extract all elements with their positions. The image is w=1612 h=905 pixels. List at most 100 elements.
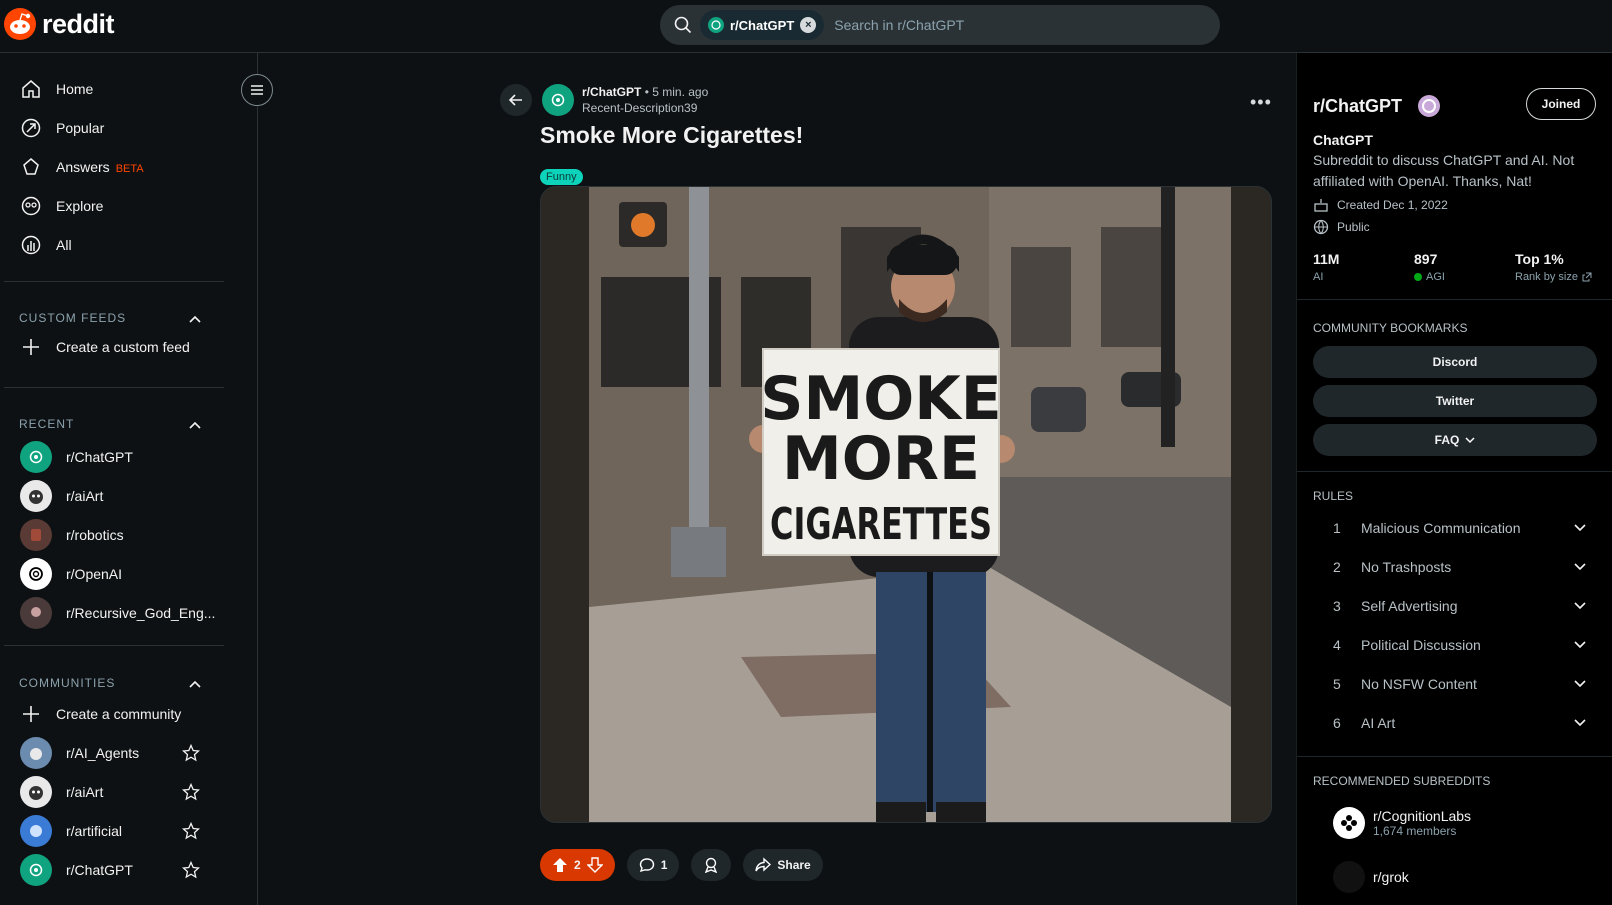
recent-item[interactable]: r/Recursive_God_Eng... <box>20 593 215 633</box>
created-date-text: Created Dec 1, 2022 <box>1337 198 1448 212</box>
custom-feeds-heading[interactable]: CUSTOM FEEDS <box>19 311 126 325</box>
chevron-down-icon <box>1574 524 1586 532</box>
vote-control: 2 <box>540 849 615 881</box>
rule-item[interactable]: 3 Self Advertising <box>1333 586 1587 625</box>
community-item[interactable]: r/AI_Agents <box>20 733 139 773</box>
plus-icon <box>20 336 42 358</box>
chevron-down-icon <box>1465 437 1475 444</box>
community-item[interactable]: r/artificial <box>20 811 122 851</box>
post-image-picture: SMOKE MORE CIGARETTES <box>541 187 1271 822</box>
award-button[interactable] <box>691 849 732 881</box>
rule-number: 2 <box>1333 558 1341 575</box>
nav-answers-label: Answers <box>56 159 110 175</box>
home-icon <box>20 78 42 100</box>
chevron-up-icon[interactable] <box>188 312 202 326</box>
beta-badge: BETA <box>115 163 144 175</box>
search-icon <box>674 16 692 34</box>
aiart-avatar <box>20 776 52 808</box>
joined-button[interactable]: Joined <box>1526 88 1596 120</box>
bookmark-discord[interactable]: Discord <box>1313 346 1597 378</box>
nav-popular[interactable]: Popular <box>20 108 104 148</box>
globe-icon <box>1313 219 1329 235</box>
arrow-left-icon <box>508 94 522 106</box>
stat-value: 11M <box>1313 251 1340 267</box>
post-image[interactable]: SMOKE MORE CIGARETTES <box>540 186 1272 823</box>
recent-item[interactable]: r/robotics <box>20 515 124 555</box>
search-input[interactable]: Search in r/ChatGPT <box>834 17 964 33</box>
post-meta: r/ChatGPT • 5 min. ago Recent-Descriptio… <box>542 84 708 116</box>
nav-explore[interactable]: Explore <box>20 186 103 226</box>
chevron-up-icon[interactable] <box>188 677 202 691</box>
author-link[interactable]: Recent-Description39 <box>582 101 708 115</box>
answers-icon <box>20 156 42 178</box>
rule-item[interactable]: 4 Political Discussion <box>1333 625 1587 664</box>
create-custom-feed[interactable]: Create a custom feed <box>20 327 190 367</box>
rule-text: No Trashposts <box>1361 558 1452 575</box>
recent-item[interactable]: r/OpenAI <box>20 554 122 594</box>
subreddit-link[interactable]: r/ChatGPT <box>582 85 641 99</box>
reddit-logo[interactable]: reddit <box>4 8 115 40</box>
comment-icon <box>639 858 654 873</box>
star-icon[interactable] <box>182 861 200 879</box>
post-flair[interactable]: Funny <box>540 169 583 185</box>
nav-answers[interactable]: Answers BETA <box>20 147 144 187</box>
community-item-label: r/aiArt <box>66 784 104 800</box>
create-custom-feed-label: Create a custom feed <box>56 339 190 355</box>
cake-icon <box>1314 199 1328 212</box>
communities-heading[interactable]: COMMUNITIES <box>19 676 115 690</box>
recommended-item[interactable]: r/grok <box>1333 861 1409 893</box>
logo-text: reddit <box>42 8 115 39</box>
search-bar[interactable]: r/ChatGPT × Search in r/ChatGPT <box>660 5 1220 45</box>
rule-number: 1 <box>1333 519 1341 536</box>
nav-popular-label: Popular <box>56 120 105 136</box>
bookmark-twitter[interactable]: Twitter <box>1313 385 1597 417</box>
create-community[interactable]: Create a community <box>20 694 181 734</box>
external-link-icon <box>1582 272 1592 282</box>
recent-item-label: r/OpenAI <box>66 566 123 582</box>
comment-count: 1 <box>660 858 668 872</box>
share-button[interactable]: Share <box>743 849 823 881</box>
star-icon[interactable] <box>182 744 200 762</box>
recommended-name: r/CognitionLabs <box>1373 808 1472 824</box>
community-title[interactable]: r/ChatGPT <box>1313 96 1402 117</box>
chevron-up-icon[interactable] <box>188 418 202 432</box>
recent-item[interactable]: r/ChatGPT <box>20 437 133 477</box>
recent-heading[interactable]: RECENT <box>19 417 74 431</box>
recommended-name: r/grok <box>1373 869 1409 885</box>
stat-rank[interactable]: Top 1% Rank by size <box>1515 251 1592 283</box>
subreddit-avatar[interactable] <box>542 84 574 116</box>
grok-avatar <box>1333 861 1365 893</box>
more-options-icon[interactable]: ••• <box>1250 92 1272 113</box>
bookmark-faq[interactable]: FAQ <box>1313 424 1597 456</box>
recommended-item[interactable]: r/CognitionLabs 1,674 members <box>1333 807 1471 839</box>
back-button[interactable] <box>500 84 532 116</box>
star-icon[interactable] <box>182 783 200 801</box>
rule-item[interactable]: 1 Malicious Communication <box>1333 508 1587 547</box>
recent-item-label: r/Recursive_God_Eng... <box>66 605 216 621</box>
stat-members: 11M AI <box>1313 251 1339 283</box>
comments-button[interactable]: 1 <box>626 849 680 881</box>
nav-home[interactable]: Home <box>20 69 93 109</box>
nav-all-label: All <box>56 237 72 253</box>
top-bar: reddit r/ChatGPT × Search in r/ChatGPT <box>0 0 1612 53</box>
downvote-icon[interactable] <box>586 857 603 873</box>
collapse-sidebar-button[interactable] <box>241 74 273 106</box>
upvote-icon[interactable] <box>552 857 568 873</box>
recent-item[interactable]: r/aiArt <box>20 476 103 516</box>
search-scope-chip[interactable]: r/ChatGPT × <box>700 10 825 40</box>
nav-all[interactable]: All <box>20 225 72 265</box>
rule-text: Malicious Communication <box>1361 519 1521 536</box>
community-item[interactable]: r/aiArt <box>20 772 103 812</box>
chatgpt-avatar <box>20 854 52 886</box>
rule-text: Self Advertising <box>1361 597 1458 614</box>
rule-item[interactable]: 5 No NSFW Content <box>1333 664 1587 703</box>
rule-item[interactable]: 2 No Trashposts <box>1333 547 1587 586</box>
star-icon[interactable] <box>182 822 200 840</box>
plus-icon <box>20 703 42 725</box>
visibility-text: Public <box>1337 220 1370 234</box>
clear-chip-icon[interactable]: × <box>800 17 817 33</box>
stat-label: Rank by size <box>1515 271 1578 283</box>
chevron-down-icon <box>1574 641 1586 649</box>
rule-item[interactable]: 6 AI Art <box>1333 703 1587 742</box>
community-item[interactable]: r/ChatGPT <box>20 850 133 890</box>
